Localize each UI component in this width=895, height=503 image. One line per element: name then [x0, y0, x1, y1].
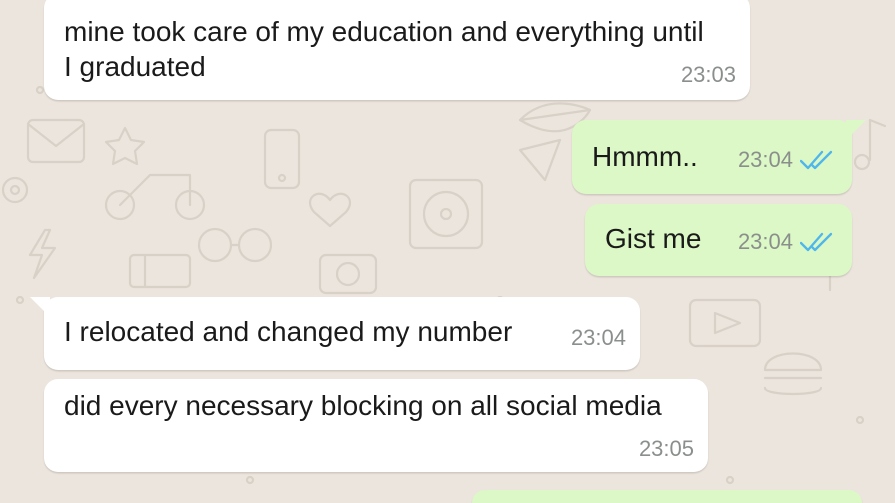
glasses-doodle: [197, 227, 273, 263]
vinyl-doodle: [408, 178, 484, 250]
star-doodle: [104, 126, 146, 166]
camera-doodle: [318, 253, 378, 295]
message-text: mine took care of my education and every…: [64, 16, 704, 82]
message-timestamp: 23:04: [737, 229, 793, 254]
message-timestamp: 23:04: [737, 147, 793, 172]
message-meta: 23:04: [738, 147, 834, 173]
message-text: Gist me: [605, 223, 702, 254]
message-meta: 23:04: [571, 325, 626, 351]
phone-doodle: [263, 128, 301, 190]
message-meta: 23:03: [681, 62, 736, 88]
ticket-doodle: [128, 253, 192, 289]
burger-doodle: [763, 352, 823, 396]
message-meta: 23:04: [738, 229, 834, 255]
message-meta: 23:05: [639, 436, 694, 462]
bubble-tail: [846, 120, 866, 140]
scooter-doodle: [104, 173, 206, 221]
message-bubble-outgoing-partial[interactable]: [472, 490, 862, 503]
arrow-doodle: [518, 138, 562, 182]
message-text: Hmmm..: [592, 141, 698, 172]
message-timestamp: 23:05: [638, 436, 694, 461]
message-bubble-incoming[interactable]: I relocated and changed my number 23:04: [30, 297, 640, 370]
message-timestamp: 23:03: [680, 62, 736, 87]
message-bubble-incoming[interactable]: mine took care of my education and every…: [44, 0, 750, 100]
message-text: I relocated and changed my number: [64, 316, 513, 347]
lightning-doodle: [28, 228, 57, 280]
bubble-tail: [30, 297, 50, 317]
double-check-read-icon: [800, 231, 834, 253]
message-text: did every necessary blocking on all soci…: [64, 390, 662, 421]
message-bubble-outgoing[interactable]: Gist me 23:04: [585, 204, 852, 276]
double-check-read-icon: [800, 149, 834, 171]
envelope-doodle: [26, 118, 86, 164]
gear-doodle: [1, 176, 29, 204]
message-bubble-incoming[interactable]: did every necessary blocking on all soci…: [44, 379, 708, 472]
video-doodle: [688, 298, 762, 348]
heart-doodle: [308, 192, 352, 228]
message-bubble-outgoing[interactable]: Hmmm.. 23:04: [572, 120, 866, 194]
message-timestamp: 23:04: [570, 325, 626, 350]
